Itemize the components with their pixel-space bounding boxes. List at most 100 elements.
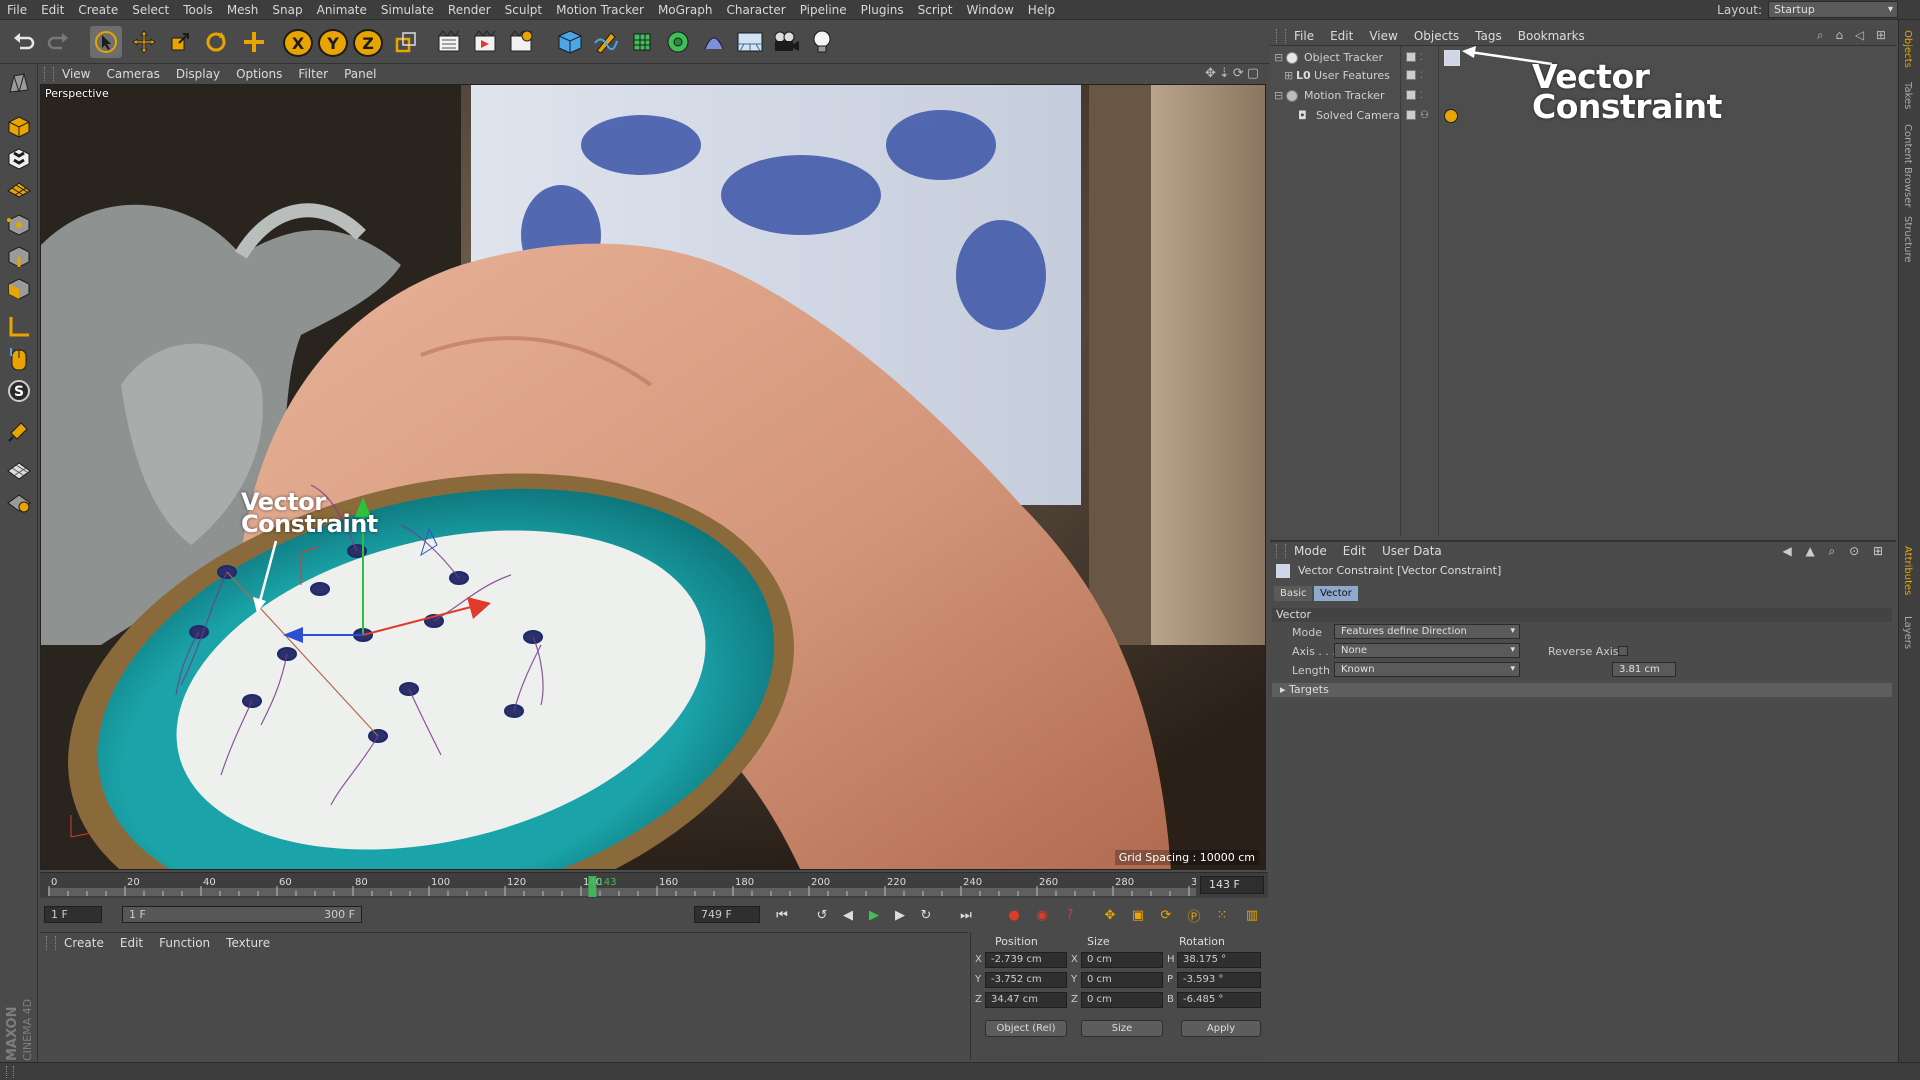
menu-mograph[interactable]: MoGraph bbox=[651, 3, 720, 17]
material-menu-edit[interactable]: Edit bbox=[112, 936, 151, 950]
edges-mode-icon[interactable] bbox=[4, 242, 34, 272]
spline-pen-icon[interactable] bbox=[590, 26, 622, 58]
panel-grip-icon[interactable] bbox=[1276, 544, 1286, 558]
keyframe-selection-icon[interactable]: ? bbox=[1058, 904, 1082, 926]
polygons-mode-icon[interactable] bbox=[4, 274, 34, 304]
am-menu-edit[interactable]: Edit bbox=[1335, 544, 1374, 558]
protection-tag-icon[interactable] bbox=[1444, 109, 1458, 123]
floor-scene-icon[interactable] bbox=[734, 26, 766, 58]
autokeying-icon[interactable]: ◉ bbox=[1030, 904, 1054, 926]
rotate-icon[interactable] bbox=[200, 26, 232, 58]
om-menu-view[interactable]: View bbox=[1361, 29, 1405, 43]
select-arrow-icon[interactable] bbox=[90, 26, 122, 58]
expand-toggle-icon[interactable]: ⊞ bbox=[1284, 66, 1293, 86]
size-x-field[interactable]: 0 cm bbox=[1081, 952, 1163, 968]
position-y-field[interactable]: -3.752 cm bbox=[985, 972, 1067, 988]
menu-script[interactable]: Script bbox=[911, 3, 960, 17]
next-key-icon[interactable]: ↻ bbox=[914, 904, 938, 926]
z-axis-lock-button[interactable]: Z bbox=[353, 29, 383, 57]
material-menu-function[interactable]: Function bbox=[151, 936, 218, 950]
side-tab-takes[interactable]: Takes bbox=[1902, 82, 1913, 109]
render-picture-viewer-icon[interactable] bbox=[470, 26, 502, 58]
am-navigation-icons[interactable]: ◀ ▲ ⌕ ⊙ ⊞ bbox=[1782, 544, 1888, 559]
menu-window[interactable]: Window bbox=[959, 3, 1020, 17]
menu-motion-tracker[interactable]: Motion Tracker bbox=[549, 3, 651, 17]
render-settings-icon[interactable] bbox=[506, 26, 538, 58]
am-menu-user-data[interactable]: User Data bbox=[1374, 544, 1450, 558]
side-tab-attributes[interactable]: Attributes bbox=[1902, 546, 1913, 595]
menu-select[interactable]: Select bbox=[125, 3, 176, 17]
record-active-objects-icon[interactable]: ● bbox=[1002, 904, 1026, 926]
menu-simulate[interactable]: Simulate bbox=[374, 3, 441, 17]
om-menu-objects[interactable]: Objects bbox=[1406, 29, 1467, 43]
om-menu-edit[interactable]: Edit bbox=[1322, 29, 1361, 43]
axis-dropdown[interactable]: None bbox=[1334, 643, 1520, 658]
light-icon[interactable] bbox=[806, 26, 838, 58]
viewport-menu-options[interactable]: Options bbox=[228, 67, 290, 81]
om-menu-file[interactable]: File bbox=[1286, 29, 1322, 43]
side-tab-structure[interactable]: Structure bbox=[1902, 216, 1913, 263]
am-menu-mode[interactable]: Mode bbox=[1286, 544, 1335, 558]
visibility-checkbox-icon[interactable] bbox=[1406, 70, 1416, 80]
object-name[interactable]: Solved Camera bbox=[1316, 106, 1400, 126]
deformer-icon[interactable] bbox=[698, 26, 730, 58]
end-frame-field[interactable]: 749 F bbox=[694, 906, 760, 923]
rotation-h-field[interactable]: 38.175 ° bbox=[1177, 952, 1261, 968]
subdivision-surface-icon[interactable] bbox=[626, 26, 658, 58]
material-menu-create[interactable]: Create bbox=[56, 936, 112, 950]
om-toolbar-icons[interactable]: ⌕ ⌂ ◁ ⊞ bbox=[1817, 28, 1890, 43]
menu-edit[interactable]: Edit bbox=[34, 3, 71, 17]
rotation-b-field[interactable]: -6.485 ° bbox=[1177, 992, 1261, 1008]
position-z-field[interactable]: 34.47 cm bbox=[985, 992, 1067, 1008]
visibility-checkbox-icon[interactable] bbox=[1406, 52, 1416, 62]
transform-icon[interactable] bbox=[238, 26, 270, 58]
rotation-p-field[interactable]: -3.593 ° bbox=[1177, 972, 1261, 988]
viewport-menu-display[interactable]: Display bbox=[168, 67, 228, 81]
position-x-field[interactable]: -2.739 cm bbox=[985, 952, 1067, 968]
panel-grip-icon[interactable] bbox=[46, 935, 56, 950]
material-menu-texture[interactable]: Texture bbox=[218, 936, 278, 950]
viewport-navigation-icons[interactable]: ✥⇣⟳▢ bbox=[1205, 66, 1262, 81]
om-menu-bookmarks[interactable]: Bookmarks bbox=[1510, 29, 1593, 43]
side-tab-layers[interactable]: Layers bbox=[1902, 616, 1913, 649]
viewport-menu-view[interactable]: View bbox=[54, 67, 98, 81]
menu-snap[interactable]: Snap bbox=[265, 3, 309, 17]
tweak-mode-icon[interactable] bbox=[4, 344, 34, 374]
coordinate-system-icon[interactable] bbox=[390, 26, 422, 58]
undo-icon[interactable] bbox=[8, 26, 40, 58]
snapping-icon[interactable]: S bbox=[4, 376, 34, 406]
current-frame-field[interactable]: 143 F bbox=[1200, 876, 1264, 894]
texture-mode-icon[interactable] bbox=[4, 144, 34, 174]
panel-grip-icon[interactable] bbox=[6, 1066, 14, 1078]
menu-create[interactable]: Create bbox=[71, 3, 125, 17]
current-frame-indicator[interactable] bbox=[588, 876, 597, 897]
x-axis-lock-button[interactable]: X bbox=[283, 29, 313, 57]
menu-sculpt[interactable]: Sculpt bbox=[498, 3, 549, 17]
side-tab-content-browser[interactable]: Content Browser bbox=[1902, 124, 1913, 207]
key-parameter-icon[interactable]: Ⓟ bbox=[1182, 904, 1206, 926]
apply-button[interactable]: Apply bbox=[1181, 1020, 1261, 1037]
panel-grip-icon[interactable] bbox=[1276, 28, 1286, 43]
workplane-mode-icon[interactable] bbox=[4, 174, 34, 204]
previous-frame-icon[interactable]: ◀ bbox=[836, 904, 860, 926]
length-dropdown[interactable]: Known bbox=[1334, 662, 1520, 677]
points-mode-icon[interactable] bbox=[4, 210, 34, 240]
key-position-icon[interactable]: ✥ bbox=[1098, 904, 1122, 926]
material-manager-area[interactable] bbox=[40, 952, 968, 1060]
play-icon[interactable]: ▶ bbox=[862, 904, 886, 926]
y-axis-lock-button[interactable]: Y bbox=[318, 29, 348, 57]
scale-icon[interactable] bbox=[164, 26, 196, 58]
panel-grip-icon[interactable] bbox=[44, 67, 54, 81]
camera-tag-icon[interactable]: ⚇ bbox=[1420, 106, 1429, 126]
layout-select[interactable]: Startup bbox=[1768, 1, 1898, 18]
planar-workplane-icon[interactable] bbox=[4, 488, 34, 518]
go-to-start-icon[interactable]: ⏮ bbox=[770, 904, 794, 926]
size-mode-select[interactable]: Size bbox=[1081, 1020, 1163, 1037]
object-name[interactable]: Motion Tracker bbox=[1304, 86, 1384, 106]
move-icon[interactable] bbox=[128, 26, 160, 58]
coordinate-mode-select[interactable]: Object (Rel) bbox=[985, 1020, 1067, 1037]
viewport-menu-cameras[interactable]: Cameras bbox=[98, 67, 167, 81]
timeline-scheme-icon[interactable]: ▥ bbox=[1240, 904, 1264, 926]
camera-icon[interactable] bbox=[770, 26, 802, 58]
magnet-icon[interactable] bbox=[4, 416, 34, 446]
